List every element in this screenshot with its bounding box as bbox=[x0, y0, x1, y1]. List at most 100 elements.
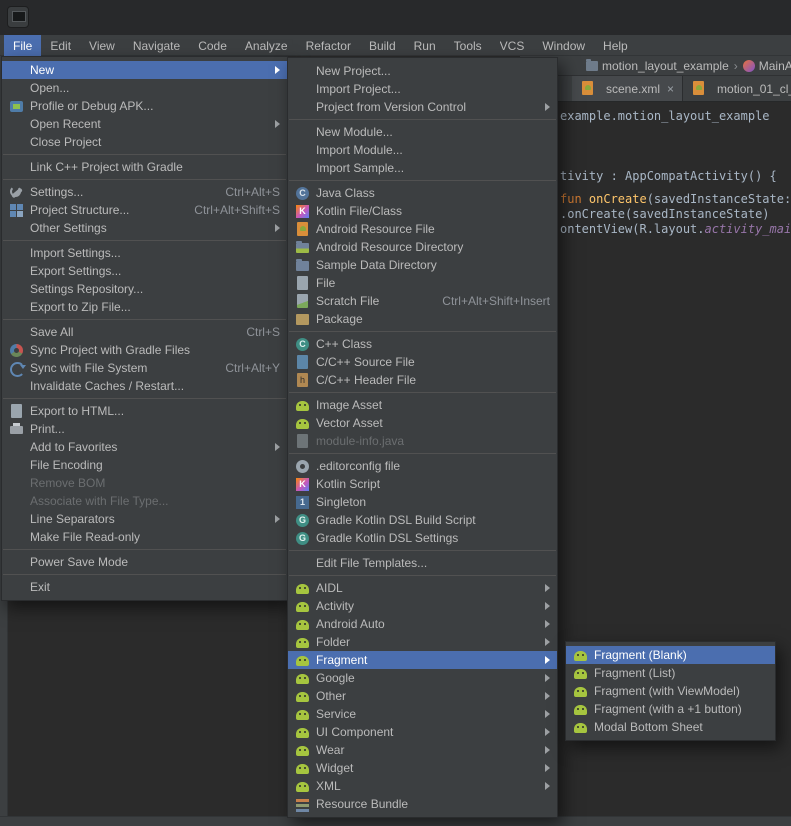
menu-item-save-all[interactable]: Save AllCtrl+S bbox=[2, 323, 287, 341]
menu-item-run[interactable]: Run bbox=[405, 35, 445, 56]
menu-item-folder[interactable]: Folder bbox=[288, 633, 557, 651]
menu-item-activity[interactable]: Activity bbox=[288, 597, 557, 615]
menu-item-file[interactable]: File bbox=[288, 274, 557, 292]
menu-item-import-project[interactable]: Import Project... bbox=[288, 80, 557, 98]
menu-item-profile-or-debug-apk[interactable]: Profile or Debug APK... bbox=[2, 97, 287, 115]
menu-item-android-resource-file[interactable]: Android Resource File bbox=[288, 220, 557, 238]
menu-item-help[interactable]: Help bbox=[594, 35, 637, 56]
menu-item-refactor[interactable]: Refactor bbox=[297, 35, 360, 56]
menu-item-sync-with-file-system[interactable]: Sync with File SystemCtrl+Alt+Y bbox=[2, 359, 287, 377]
menu-item-settings-repository[interactable]: Settings Repository... bbox=[2, 280, 287, 298]
window-icon[interactable] bbox=[7, 6, 29, 28]
menu-item-vcs[interactable]: VCS bbox=[491, 35, 534, 56]
menu-item-file[interactable]: File bbox=[4, 35, 41, 56]
menu-item-make-file-read-only[interactable]: Make File Read-only bbox=[2, 528, 287, 546]
menu-item-c-class[interactable]: C++ Class bbox=[288, 335, 557, 353]
menu-item-power-save-mode[interactable]: Power Save Mode bbox=[2, 553, 287, 571]
menu-item-import-settings[interactable]: Import Settings... bbox=[2, 244, 287, 262]
menu-item-xml[interactable]: XML bbox=[288, 777, 557, 795]
menu-item-singleton[interactable]: Singleton bbox=[288, 493, 557, 511]
menu-item-open-recent[interactable]: Open Recent bbox=[2, 115, 287, 133]
menu-item-exit[interactable]: Exit bbox=[2, 578, 287, 596]
menu-item-ui-component[interactable]: UI Component bbox=[288, 723, 557, 741]
menu-item-gradle-kotlin-dsl-build-script[interactable]: Gradle Kotlin DSL Build Script bbox=[288, 511, 557, 529]
menu-item-c-c-header-file[interactable]: C/C++ Header File bbox=[288, 371, 557, 389]
menu-item-widget[interactable]: Widget bbox=[288, 759, 557, 777]
menu-item-scratch-file[interactable]: Scratch FileCtrl+Alt+Shift+Insert bbox=[288, 292, 557, 310]
menu-item-window[interactable]: Window bbox=[533, 35, 594, 56]
menu-item-package[interactable]: Package bbox=[288, 310, 557, 328]
kotlin-script-icon bbox=[295, 477, 310, 492]
menu-item-sample-data-directory[interactable]: Sample Data Directory bbox=[288, 256, 557, 274]
submenu-arrow-icon bbox=[545, 782, 550, 790]
menu-item-fragment-list[interactable]: Fragment (List) bbox=[566, 664, 775, 682]
menu-item-add-to-favorites[interactable]: Add to Favorites bbox=[2, 438, 287, 456]
menu-item-gradle-kotlin-dsl-settings[interactable]: Gradle Kotlin DSL Settings bbox=[288, 529, 557, 547]
menu-item-edit-file-templates[interactable]: Edit File Templates... bbox=[288, 554, 557, 572]
menu-item-print[interactable]: Print... bbox=[2, 420, 287, 438]
menu-item-new[interactable]: New bbox=[2, 61, 287, 79]
menu-item-code[interactable]: Code bbox=[189, 35, 236, 56]
menu-item-label: Sync with File System bbox=[30, 361, 209, 375]
menu-item-other-settings[interactable]: Other Settings bbox=[2, 219, 287, 237]
menu-item-project-structure[interactable]: Project Structure...Ctrl+Alt+Shift+S bbox=[2, 201, 287, 219]
menu-item-vector-asset[interactable]: Vector Asset bbox=[288, 414, 557, 432]
menu-item-aidl[interactable]: AIDL bbox=[288, 579, 557, 597]
menu-item-android-resource-directory[interactable]: Android Resource Directory bbox=[288, 238, 557, 256]
menu-item-resource-bundle[interactable]: Resource Bundle bbox=[288, 795, 557, 813]
menu-item-export-to-html[interactable]: Export to HTML... bbox=[2, 402, 287, 420]
menu-item-analyze[interactable]: Analyze bbox=[236, 35, 297, 56]
menu-item-invalidate-caches-restart[interactable]: Invalidate Caches / Restart... bbox=[2, 377, 287, 395]
menu-item-fragment[interactable]: Fragment bbox=[288, 651, 557, 669]
menu-item-edit[interactable]: Edit bbox=[41, 35, 80, 56]
menu-item-new-module[interactable]: New Module... bbox=[288, 123, 557, 141]
android-icon bbox=[295, 671, 310, 686]
menu-item-kotlin-file-class[interactable]: Kotlin File/Class bbox=[288, 202, 557, 220]
menu-item-navigate[interactable]: Navigate bbox=[124, 35, 189, 56]
menu-item-open[interactable]: Open... bbox=[2, 79, 287, 97]
menu-item-other[interactable]: Other bbox=[288, 687, 557, 705]
icon-placeholder bbox=[295, 161, 310, 176]
menu-item-kotlin-script[interactable]: Kotlin Script bbox=[288, 475, 557, 493]
menu-item-fragment-blank[interactable]: Fragment (Blank) bbox=[566, 646, 775, 664]
menu-item-export-to-zip-file[interactable]: Export to Zip File... bbox=[2, 298, 287, 316]
code-line: fun onCreate(savedInstanceState: bbox=[560, 192, 791, 206]
menu-item-link-c-project-with-gradle[interactable]: Link C++ Project with Gradle bbox=[2, 158, 287, 176]
menu-item-import-module[interactable]: Import Module... bbox=[288, 141, 557, 159]
menu-item-fragment-with-viewmodel[interactable]: Fragment (with ViewModel) bbox=[566, 682, 775, 700]
menu-item-settings[interactable]: Settings...Ctrl+Alt+S bbox=[2, 183, 287, 201]
menu-item-export-settings[interactable]: Export Settings... bbox=[2, 262, 287, 280]
menu-item-new-project[interactable]: New Project... bbox=[288, 62, 557, 80]
submenu-arrow-icon bbox=[545, 656, 550, 664]
menu-item-import-sample[interactable]: Import Sample... bbox=[288, 159, 557, 177]
menu-item-wear[interactable]: Wear bbox=[288, 741, 557, 759]
menu-item-label: Tools bbox=[454, 39, 482, 53]
menu-item-modal-bottom-sheet[interactable]: Modal Bottom Sheet bbox=[566, 718, 775, 736]
menu-item-sync-project-with-gradle-files[interactable]: Sync Project with Gradle Files bbox=[2, 341, 287, 359]
icon-placeholder bbox=[9, 246, 24, 261]
menu-item-editorconfig-file[interactable]: .editorconfig file bbox=[288, 457, 557, 475]
menu-item-android-auto[interactable]: Android Auto bbox=[288, 615, 557, 633]
icon-placeholder bbox=[9, 282, 24, 297]
menu-item-label: Open... bbox=[30, 81, 280, 95]
menu-item-view[interactable]: View bbox=[80, 35, 124, 56]
menu-item-image-asset[interactable]: Image Asset bbox=[288, 396, 557, 414]
menu-item-service[interactable]: Service bbox=[288, 705, 557, 723]
menu-item-label: Help bbox=[603, 39, 628, 53]
menu-separator bbox=[289, 550, 556, 551]
menu-item-line-separators[interactable]: Line Separators bbox=[2, 510, 287, 528]
code-line: example.motion_layout_example bbox=[560, 109, 770, 123]
menu-item-file-encoding[interactable]: File Encoding bbox=[2, 456, 287, 474]
menu-item-build[interactable]: Build bbox=[360, 35, 405, 56]
menu-item-close-project[interactable]: Close Project bbox=[2, 133, 287, 151]
menu-item-label: Wear bbox=[316, 743, 536, 757]
menu-item-c-c-source-file[interactable]: C/C++ Source File bbox=[288, 353, 557, 371]
menu-item-label: Open Recent bbox=[30, 117, 266, 131]
menu-item-fragment-with-a-1-button[interactable]: Fragment (with a +1 button) bbox=[566, 700, 775, 718]
menu-item-google[interactable]: Google bbox=[288, 669, 557, 687]
menu-item-tools[interactable]: Tools bbox=[445, 35, 491, 56]
menu-item-project-from-version-control[interactable]: Project from Version Control bbox=[288, 98, 557, 116]
menu-item-label: Export to HTML... bbox=[30, 404, 280, 418]
submenu-arrow-icon bbox=[545, 602, 550, 610]
menu-item-java-class[interactable]: Java Class bbox=[288, 184, 557, 202]
